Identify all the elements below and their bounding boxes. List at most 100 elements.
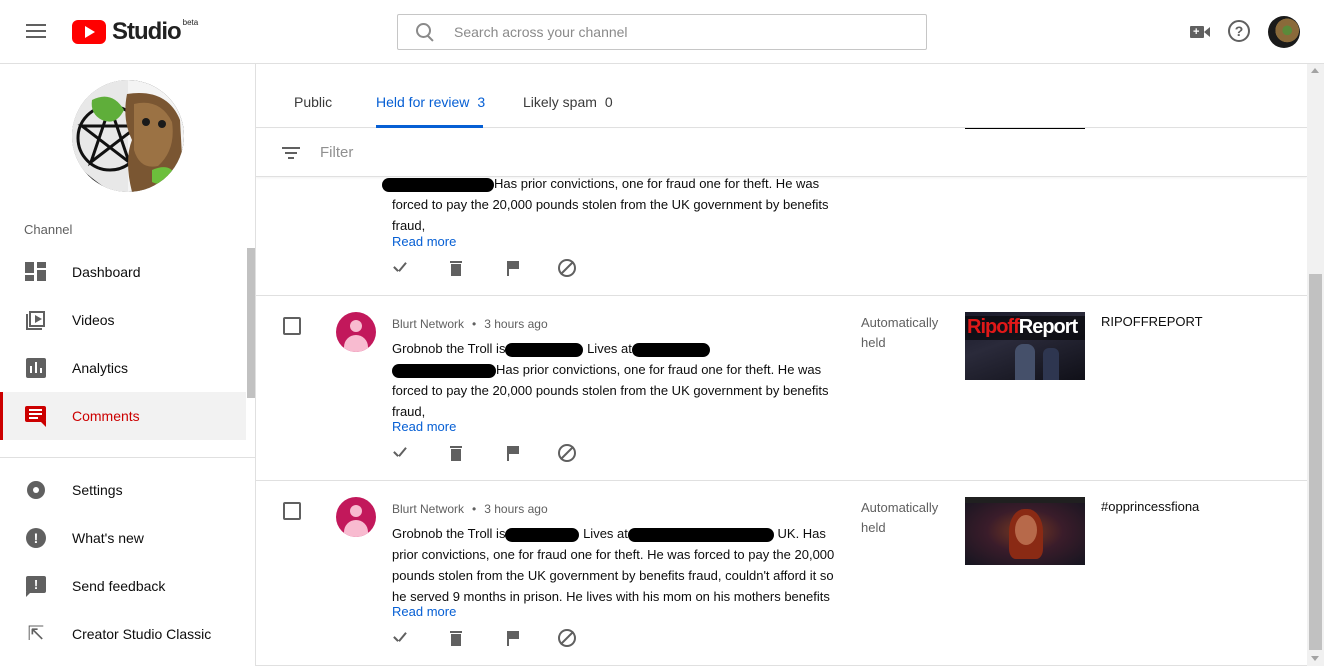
- read-more-link[interactable]: Read more: [392, 604, 456, 619]
- comments-main: Public Held for review 3 Likely spam 0 Fil…: [256, 64, 1307, 666]
- redaction-mark: [392, 363, 496, 378]
- comment-author[interactable]: Blurt Network: [392, 502, 464, 516]
- filter-input[interactable]: Filter: [320, 144, 353, 161]
- redaction-mark: [627, 527, 774, 542]
- comment-text: Grobnob the Troll is Lives at Has prior …: [392, 338, 832, 422]
- video-title[interactable]: #opprincessfiona: [1101, 499, 1199, 514]
- active-tab-indicator: [376, 125, 483, 128]
- tab-held-for-review[interactable]: Held for review 3: [376, 94, 485, 110]
- video-thumbnail[interactable]: [965, 497, 1085, 565]
- video-thumbnail[interactable]: RipoffReport: [965, 312, 1085, 380]
- redaction-mark: [505, 527, 580, 542]
- comment-meta: Blurt Network • 3 hours ago: [392, 317, 548, 331]
- comment-row: Blurt Network • 3 hours ago Grobnob the Tr…: [256, 296, 1307, 481]
- youtube-play-icon: [72, 20, 106, 44]
- sidebar-item-label: Comments: [72, 408, 140, 424]
- search-input[interactable]: [454, 24, 894, 40]
- sidebar-item-send-feedback[interactable]: ! Send feedback: [0, 562, 246, 610]
- tab-label: Likely spam: [523, 94, 597, 110]
- comment-text-line: prior convictions, one for fraud one for…: [392, 547, 835, 562]
- create-video-icon[interactable]: +: [1188, 20, 1212, 44]
- comment-text-line: Grobnob the Troll is: [392, 341, 506, 356]
- comment-tabs: Public Held for review 3 Likely spam 0: [256, 64, 1307, 128]
- scrollbar-thumb[interactable]: [1309, 274, 1322, 650]
- studio-logo[interactable]: Studio beta: [72, 18, 198, 46]
- gear-icon: [24, 478, 48, 502]
- comment-meta: Blurt Network • 3 hours ago: [392, 502, 548, 516]
- scroll-up-arrow-icon[interactable]: [1311, 68, 1319, 73]
- hide-user-block-icon[interactable]: [558, 629, 576, 647]
- page-scrollbar[interactable]: [1307, 64, 1324, 666]
- sidebar-item-settings[interactable]: Settings: [0, 466, 246, 514]
- read-more-link[interactable]: Read more: [392, 234, 456, 249]
- commenter-avatar[interactable]: [336, 497, 376, 537]
- comment-actions: [390, 258, 590, 282]
- help-icon[interactable]: ?: [1228, 20, 1250, 42]
- videos-icon: [24, 308, 48, 332]
- filter-bar[interactable]: Filter: [256, 129, 1307, 177]
- select-checkbox[interactable]: [283, 317, 301, 335]
- sidebar-item-videos[interactable]: Videos: [0, 296, 246, 344]
- sidebar-item-comments[interactable]: Comments: [0, 392, 246, 440]
- report-flag-icon[interactable]: [502, 443, 522, 463]
- comment-author[interactable]: Blurt Network: [392, 317, 464, 331]
- exit-icon: ⇱: [27, 623, 45, 645]
- channel-avatar[interactable]: [72, 80, 184, 192]
- read-more-link[interactable]: Read more: [392, 419, 456, 434]
- comment-text-line: Lives at: [587, 341, 632, 356]
- search-box[interactable]: [397, 14, 927, 50]
- tab-public[interactable]: Public: [294, 94, 332, 110]
- commenter-avatar[interactable]: [336, 312, 376, 352]
- select-checkbox[interactable]: [283, 502, 301, 520]
- comment-text-line: he served 9 months in prison. He lives w…: [392, 589, 830, 604]
- video-title[interactable]: RIPOFFREPORT: [1101, 314, 1203, 329]
- channel-section-label: Channel: [24, 222, 73, 237]
- tab-label: Public: [294, 94, 333, 110]
- whats-new-icon: !: [24, 526, 48, 550]
- sidebar-item-label: Creator Studio Classic: [72, 626, 212, 642]
- hamburger-menu-icon[interactable]: [22, 20, 50, 44]
- scroll-down-arrow-icon[interactable]: [1311, 656, 1319, 661]
- search-icon[interactable]: [416, 23, 434, 41]
- thumbnail-bar: [965, 497, 1085, 503]
- comment-time[interactable]: 3 hours ago: [484, 317, 547, 331]
- comment-time[interactable]: 3 hours ago: [484, 502, 547, 516]
- comment-text: Has prior convictions, one for fraud one…: [382, 173, 832, 236]
- comment-actions: [390, 628, 590, 652]
- tab-likely-spam[interactable]: Likely spam 0: [523, 94, 613, 110]
- comment-text-line: forced to pay the 20,000 pounds stolen f…: [392, 197, 829, 212]
- comments-icon: [24, 404, 48, 428]
- sidebar-item-dashboard[interactable]: Dashboard: [0, 248, 246, 296]
- comment-text-line: UK. Has: [777, 526, 826, 541]
- approve-check-icon[interactable]: [390, 258, 410, 278]
- sidebar-bottom-nav: Settings ! What's new ! Send feedback ⇱ …: [0, 466, 246, 658]
- thumbnail-logo: RipoffReport: [967, 316, 1078, 338]
- report-flag-icon[interactable]: [502, 628, 522, 648]
- logo-text: Studio: [112, 18, 182, 45]
- tab-count: 0: [604, 94, 613, 110]
- approve-check-icon[interactable]: [390, 628, 410, 648]
- thumbnail-figure: [1043, 348, 1059, 380]
- delete-trash-icon[interactable]: [446, 628, 466, 648]
- sidebar-item-whats-new[interactable]: ! What's new: [0, 514, 246, 562]
- approve-check-icon[interactable]: [390, 443, 410, 463]
- logo-beta-badge: beta: [182, 17, 199, 27]
- thumbnail-figure: [1015, 344, 1035, 380]
- comment-text: Grobnob the Troll is Lives at UK. Has pr…: [392, 523, 842, 607]
- account-avatar[interactable]: [1268, 16, 1300, 48]
- delete-trash-icon[interactable]: [446, 443, 466, 463]
- comment-text-line: Has prior convictions, one for fraud one…: [494, 176, 820, 191]
- redaction-mark: [505, 342, 584, 357]
- filter-icon[interactable]: [282, 145, 302, 161]
- sidebar-item-label: Videos: [72, 312, 115, 328]
- report-flag-icon[interactable]: [502, 258, 522, 278]
- hide-user-block-icon[interactable]: [558, 444, 576, 462]
- sidebar-item-label: Analytics: [72, 360, 129, 376]
- comment-text-line: Lives at: [583, 526, 628, 541]
- sidebar-item-creator-studio-classic[interactable]: ⇱ Creator Studio Classic: [0, 610, 246, 658]
- delete-trash-icon[interactable]: [446, 258, 466, 278]
- hide-user-block-icon[interactable]: [558, 259, 576, 277]
- sidebar-scrollbar[interactable]: [247, 248, 255, 398]
- sidebar-item-analytics[interactable]: Analytics: [0, 344, 246, 392]
- held-status: Automatically held: [861, 500, 939, 535]
